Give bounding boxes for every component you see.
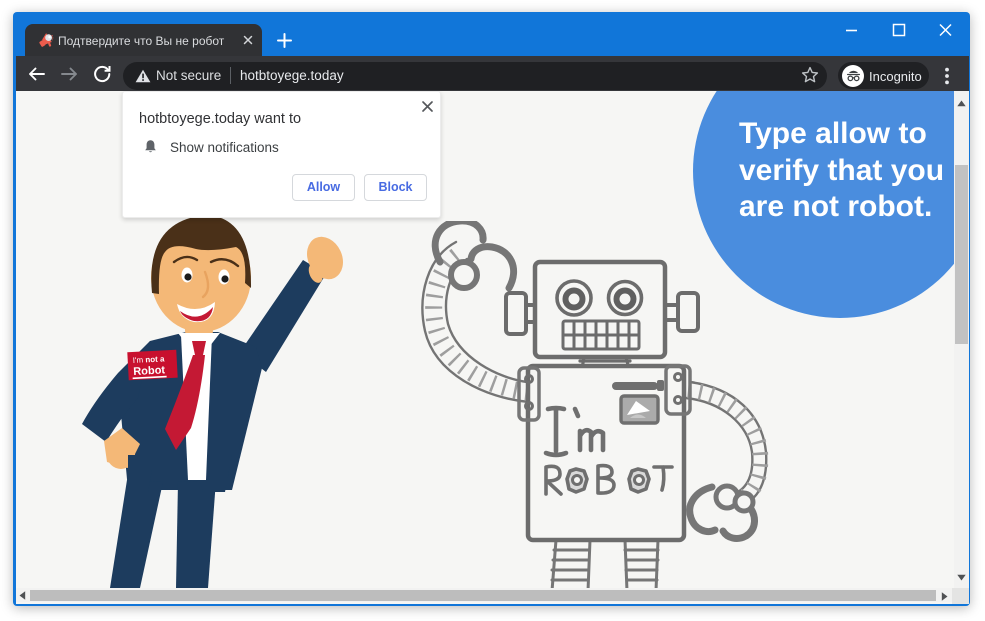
svg-text:Robot: Robot (133, 364, 166, 378)
svg-text:I'm not a: I'm not a (133, 354, 166, 365)
